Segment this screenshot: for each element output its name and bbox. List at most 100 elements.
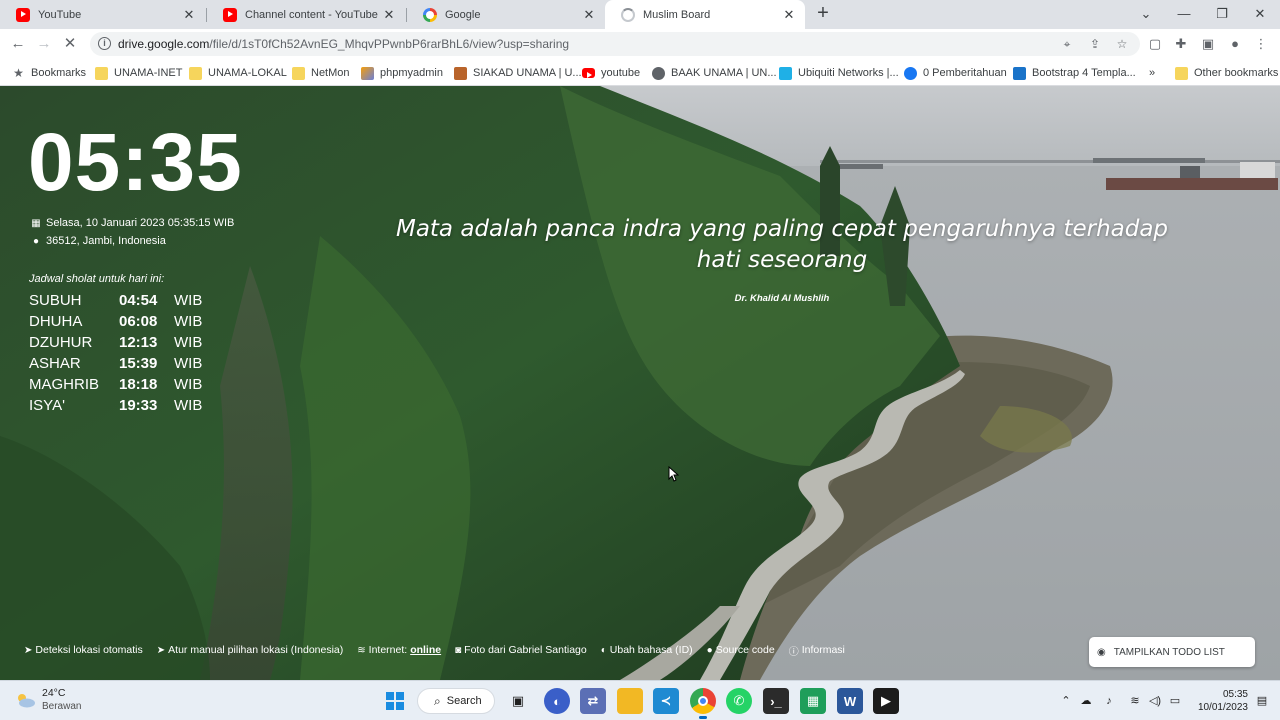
taskbar-search[interactable]: ⌕ Search bbox=[417, 688, 495, 714]
taskbar-app-vscode[interactable]: ≺ bbox=[653, 688, 679, 714]
wifi-icon[interactable]: ≋ bbox=[1127, 693, 1143, 709]
link-label: Ubah bahasa (ID) bbox=[609, 644, 693, 656]
site-info-icon[interactable]: i bbox=[98, 37, 111, 50]
microphone-icon[interactable]: ♪ bbox=[1101, 693, 1117, 709]
bookmark-baak-unama[interactable]: BAAK UNAMA | UN... bbox=[652, 64, 777, 82]
bookmark-bookmarks[interactable]: ★ Bookmarks bbox=[12, 64, 86, 82]
eye-icon: ◉ bbox=[1097, 646, 1106, 658]
address-bar[interactable]: i drive.google.com/file/d/1sT0fCh52AvnEG… bbox=[90, 32, 1140, 56]
stop-loading-icon[interactable]: ✕ bbox=[59, 33, 81, 55]
weather-widget[interactable]: 24°C Berawan bbox=[14, 687, 81, 713]
url-path: /file/d/1sT0fCh52AvnEG_MhqvPPwnbP6rarBhL… bbox=[209, 37, 570, 51]
bookmark-facebook[interactable]: 0 Pemberitahuan bbox=[904, 64, 1007, 82]
taskbar-app-file-explorer[interactable] bbox=[617, 688, 643, 714]
close-tab-icon[interactable]: ✕ bbox=[381, 7, 397, 23]
task-view-button[interactable]: ▣ bbox=[505, 688, 531, 714]
show-todo-list-button[interactable]: ◉ TAMPILKAN TODO LIST bbox=[1089, 637, 1255, 667]
back-icon[interactable]: ← bbox=[7, 33, 29, 55]
close-tab-icon[interactable]: ✕ bbox=[781, 7, 797, 23]
bookmark-siakad[interactable]: SIAKAD UNAMA | U... bbox=[454, 64, 582, 82]
url-host: drive.google.com bbox=[118, 37, 210, 51]
close-window-icon[interactable]: ✕ bbox=[1241, 0, 1279, 29]
youtube-icon bbox=[582, 68, 595, 78]
tab-channel-content[interactable]: Channel content - YouTube Studio ✕ bbox=[207, 0, 405, 29]
tab-title: YouTube bbox=[38, 8, 82, 21]
folder-icon bbox=[292, 66, 305, 80]
notifications-icon[interactable]: ▤ bbox=[1254, 693, 1270, 709]
source-code-link[interactable]: ● Source code bbox=[707, 644, 775, 656]
share-icon[interactable]: ⇪ bbox=[1086, 35, 1104, 53]
bookmark-star-icon[interactable]: ☆ bbox=[1113, 35, 1131, 53]
prayer-row-subuh: SUBUH 04:54 WIB bbox=[29, 292, 229, 313]
info-link[interactable]: ⓘ Informasi bbox=[789, 643, 845, 658]
taskbar-app-network[interactable]: ⇄ bbox=[580, 688, 606, 714]
side-panel-icon[interactable]: ▣ bbox=[1199, 35, 1217, 53]
bookmark-ubiquiti[interactable]: Ubiquiti Networks |... bbox=[779, 64, 899, 82]
change-language-link[interactable]: ◐ Ubah bahasa (ID) bbox=[601, 644, 693, 656]
maximize-icon[interactable]: ❐ bbox=[1203, 0, 1241, 29]
prayer-zone: WIB bbox=[174, 355, 203, 372]
photo-credit-link[interactable]: ◙ Foto dari Gabriel Santiago bbox=[455, 644, 587, 656]
bookmark-label: UNAMA-INET bbox=[114, 67, 183, 79]
tab-muslim-board[interactable]: Muslim Board ✕ bbox=[605, 0, 805, 29]
tab-google[interactable]: Google ✕ bbox=[407, 0, 605, 29]
taskbar-app-sheets[interactable]: ▦ bbox=[800, 688, 826, 714]
search-label: Search bbox=[446, 695, 482, 707]
bookmark-label: Other bookmarks bbox=[1194, 67, 1279, 79]
bookmark-other[interactable]: Other bookmarks bbox=[1175, 64, 1278, 82]
taskbar-app-chrome[interactable] bbox=[690, 688, 716, 719]
weather-condition: Berawan bbox=[42, 701, 82, 712]
bookmark-netmon[interactable]: NetMon bbox=[292, 64, 350, 82]
prayer-zone: WIB bbox=[174, 292, 203, 309]
dev-tool-icon: ▶ bbox=[881, 693, 891, 708]
search-icon: ⌕ bbox=[434, 693, 441, 708]
bookmark-youtube[interactable]: youtube bbox=[582, 64, 640, 82]
taskbar-app-whatsapp[interactable]: ✆ bbox=[726, 688, 752, 714]
toggle-icon: ◐ bbox=[600, 644, 607, 656]
close-tab-icon[interactable]: ✕ bbox=[581, 7, 597, 23]
start-button[interactable] bbox=[382, 688, 408, 714]
forward-icon[interactable]: → bbox=[33, 33, 55, 55]
url-text[interactable]: drive.google.com/file/d/1sT0fCh52AvnEG_M… bbox=[118, 37, 569, 51]
close-tab-icon[interactable]: ✕ bbox=[181, 7, 197, 23]
extensions-puzzle-icon[interactable]: ✚ bbox=[1172, 35, 1190, 53]
bookmark-phpmyadmin[interactable]: phpmyadmin bbox=[361, 64, 443, 82]
bookmark-label: youtube bbox=[601, 67, 641, 79]
taskbar-app-browser[interactable]: ◐ bbox=[544, 688, 570, 714]
terminal-icon: ›_ bbox=[770, 693, 782, 709]
internet-status: ≋ Internet: online bbox=[357, 644, 441, 656]
onedrive-icon[interactable]: ☁ bbox=[1078, 693, 1094, 709]
taskbar-clock[interactable]: 05:35 10/01/2023 bbox=[1192, 688, 1248, 714]
profile-avatar-icon[interactable]: ● bbox=[1226, 35, 1244, 53]
map-marker-icon: ● bbox=[32, 235, 40, 247]
auto-location-link[interactable]: ➤ Deteksi lokasi otomatis bbox=[24, 644, 143, 656]
todo-button-label: TAMPILKAN TODO LIST bbox=[1113, 646, 1225, 658]
taskbar-app-terminal[interactable]: ›_ bbox=[763, 688, 789, 714]
bookmark-unama-lokal[interactable]: UNAMA-LOKAL bbox=[189, 64, 287, 82]
manual-location-link[interactable]: ➤ Atur manual pilihan lokasi (Indonesia) bbox=[157, 644, 344, 656]
tab-youtube[interactable]: YouTube ✕ bbox=[0, 0, 205, 29]
chrome-icon bbox=[698, 696, 708, 706]
bookmark-bootstrap[interactable]: Bootstrap 4 Templa... bbox=[1013, 64, 1136, 82]
tab-search-icon[interactable]: ⌄ bbox=[1127, 0, 1165, 29]
battery-icon[interactable]: ▭ bbox=[1167, 693, 1183, 709]
siakad-icon bbox=[454, 66, 467, 80]
volume-icon[interactable]: ◁) bbox=[1147, 693, 1163, 709]
info-circle-icon: ⓘ bbox=[788, 646, 799, 658]
location-arrow-icon: ➤ bbox=[156, 644, 166, 656]
minimize-icon[interactable]: — bbox=[1165, 0, 1203, 29]
location-pin-icon[interactable]: ⌖ bbox=[1058, 35, 1076, 53]
taskbar-app-word[interactable]: W bbox=[837, 688, 863, 714]
current-datetime: ▦ Selasa, 10 Januari 2023 05:35:15 WIB bbox=[30, 217, 234, 229]
tab-strip: YouTube ✕ Channel content - YouTube Stud… bbox=[0, 0, 1280, 29]
vscode-icon: ≺ bbox=[660, 693, 672, 708]
show-hidden-icons[interactable]: ⌃ bbox=[1058, 693, 1074, 709]
extension-icon[interactable]: ▢ bbox=[1146, 35, 1164, 53]
menu-kebab-icon[interactable]: ⋮ bbox=[1252, 35, 1270, 53]
more-bookmarks-button[interactable]: » bbox=[1149, 64, 1155, 82]
new-tab-icon[interactable]: + bbox=[812, 3, 834, 25]
folder-icon bbox=[189, 66, 202, 80]
bookmark-unama-inet[interactable]: UNAMA-INET bbox=[95, 64, 182, 82]
current-location: ● 36512, Jambi, Indonesia bbox=[30, 235, 166, 247]
taskbar-app-dev-tool[interactable]: ▶ bbox=[873, 688, 899, 714]
